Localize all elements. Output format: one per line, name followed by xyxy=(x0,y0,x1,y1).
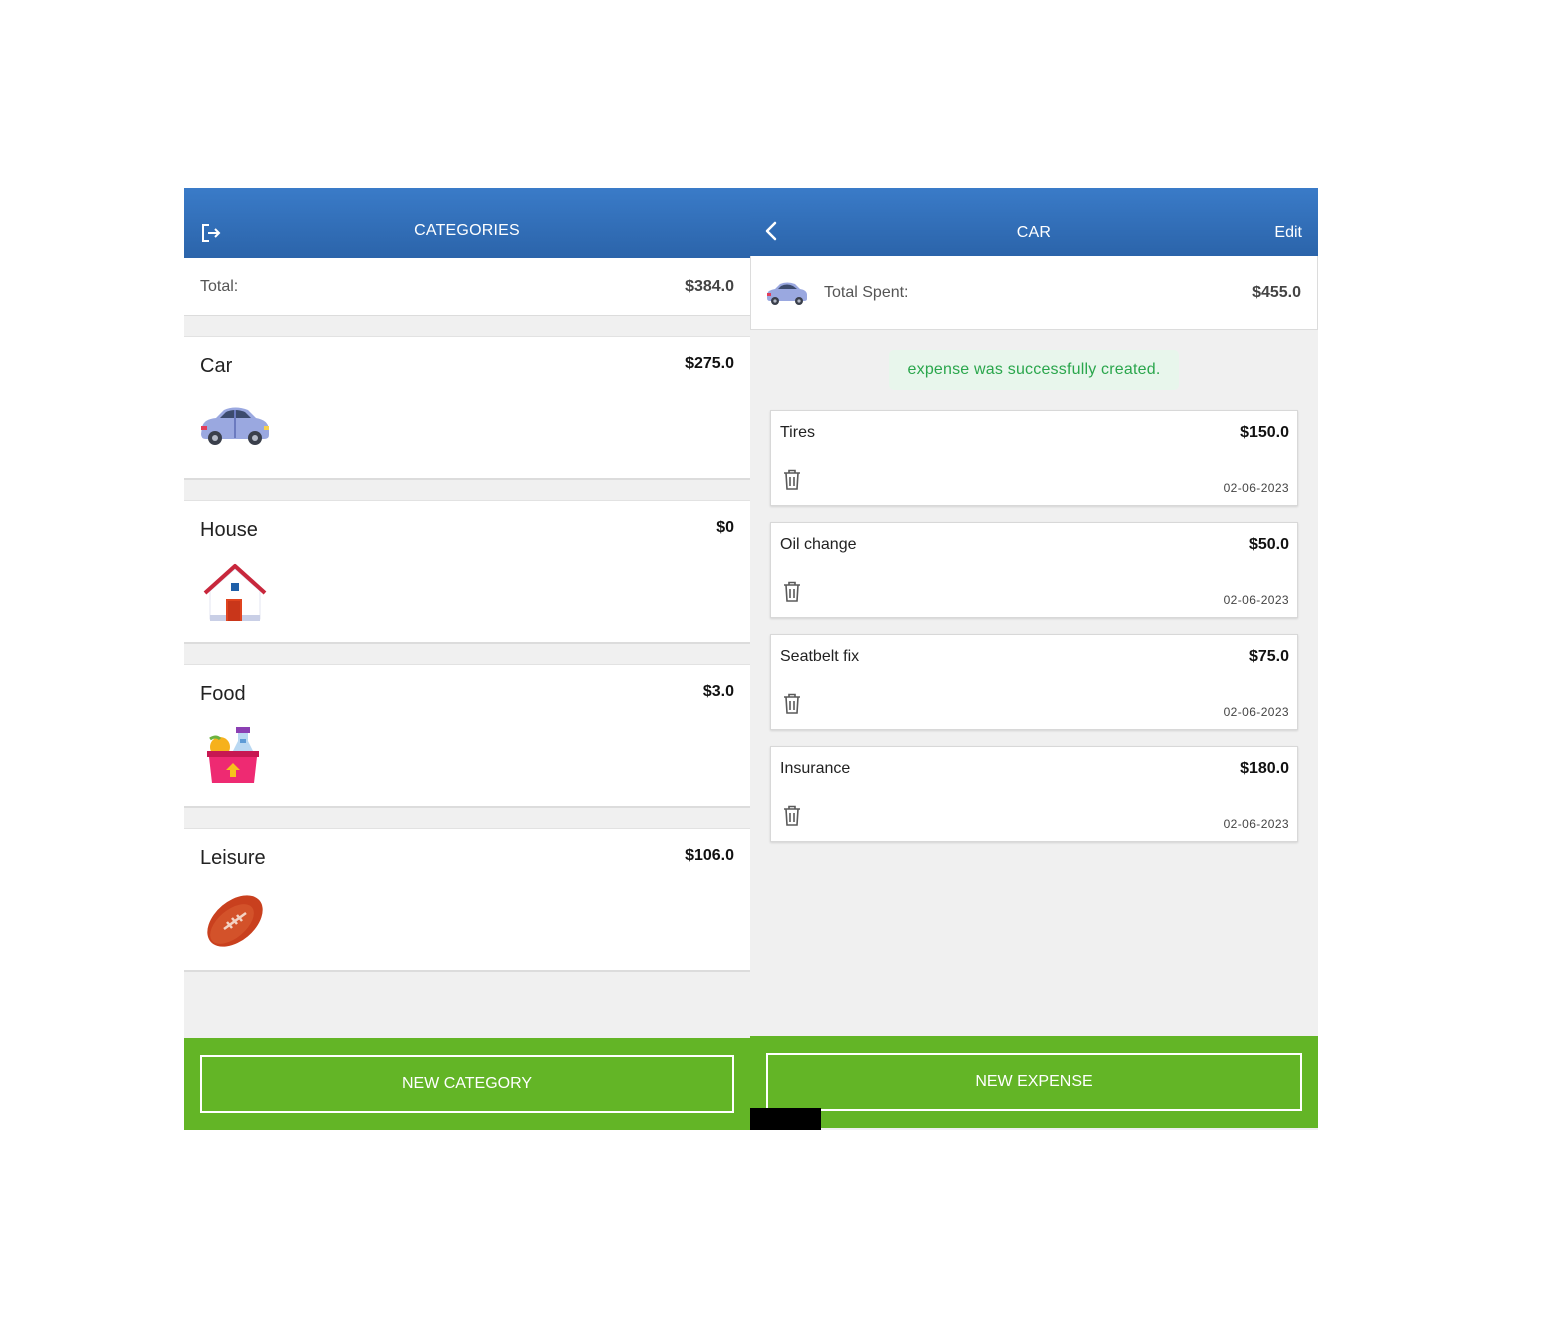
page-title: CAR xyxy=(1016,224,1052,241)
football-icon xyxy=(198,889,272,953)
expense-card-seatbelt-fix: Seatbelt fix $75.0 02-06-2023 xyxy=(770,634,1298,730)
category-amount: $0 xyxy=(716,519,734,536)
car-header: CAR Edit xyxy=(750,188,1318,256)
category-amount: $106.0 xyxy=(685,847,734,864)
trash-icon[interactable] xyxy=(783,581,801,603)
expense-amount: $150.0 xyxy=(1240,424,1289,441)
category-name: Leisure xyxy=(200,847,266,869)
expense-amount: $75.0 xyxy=(1248,648,1289,665)
total-spent-value: $455.0 xyxy=(1252,284,1301,301)
category-card-car[interactable]: Car $275.0 xyxy=(184,336,750,480)
new-expense-button[interactable]: NEW EXPENSE xyxy=(766,1053,1302,1111)
categories-header: CATEGORIES xyxy=(184,188,750,258)
total-spent-summary: Total Spent: $455.0 xyxy=(750,256,1318,330)
expense-name: Seatbelt fix xyxy=(780,648,860,665)
expense-date: 02-06-2023 xyxy=(1223,705,1289,719)
category-name: Car xyxy=(200,355,233,377)
category-card-leisure[interactable]: Leisure $106.0 xyxy=(184,828,750,972)
expense-card-insurance: Insurance $180.0 02-06-2023 xyxy=(770,746,1298,842)
trash-icon[interactable] xyxy=(783,469,801,491)
expense-name: Oil change xyxy=(780,536,857,553)
total-value: $384.0 xyxy=(685,278,734,295)
expense-card-tires: Tires $150.0 02-06-2023 xyxy=(770,410,1298,506)
expense-date: 02-06-2023 xyxy=(1223,481,1289,495)
category-card-food[interactable]: Food $3.0 xyxy=(184,664,750,808)
screenshot-artifact xyxy=(750,1108,821,1130)
categories-footer: NEW CATEGORY xyxy=(184,1038,750,1130)
category-amount: $3.0 xyxy=(702,683,734,700)
category-amount: $275.0 xyxy=(685,355,734,372)
new-category-button[interactable]: NEW CATEGORY xyxy=(200,1055,734,1113)
grocery-basket-icon xyxy=(198,725,272,789)
car-icon xyxy=(198,397,272,461)
trash-icon[interactable] xyxy=(783,693,801,715)
car-icon xyxy=(765,278,809,308)
trash-icon[interactable] xyxy=(783,805,801,827)
category-card-house[interactable]: House $0 xyxy=(184,500,750,644)
total-summary: Total: $384.0 xyxy=(184,258,750,316)
car-footer: NEW EXPENSE xyxy=(750,1036,1318,1128)
category-name: Food xyxy=(200,683,246,705)
expense-amount: $50.0 xyxy=(1248,536,1289,553)
house-icon xyxy=(198,561,272,625)
expense-date: 02-06-2023 xyxy=(1223,817,1289,831)
edit-button[interactable]: Edit xyxy=(1274,224,1302,242)
page-title: CATEGORIES xyxy=(414,222,520,239)
expense-date: 02-06-2023 xyxy=(1223,593,1289,607)
expense-name: Tires xyxy=(780,424,815,441)
car-screen: CAR Edit Total Spent: $455.0 expense was… xyxy=(750,188,1318,1130)
flash-notice: expense was successfully created. xyxy=(889,350,1179,390)
expense-name: Insurance xyxy=(780,760,851,777)
expense-card-oil-change: Oil change $50.0 02-06-2023 xyxy=(770,522,1298,618)
category-name: House xyxy=(200,519,258,541)
total-spent-label: Total Spent: xyxy=(824,284,909,301)
total-label: Total: xyxy=(200,278,239,295)
categories-screen: CATEGORIES Total: $384.0 Car $275.0 Hous… xyxy=(184,188,750,1130)
expense-amount: $180.0 xyxy=(1240,760,1289,777)
